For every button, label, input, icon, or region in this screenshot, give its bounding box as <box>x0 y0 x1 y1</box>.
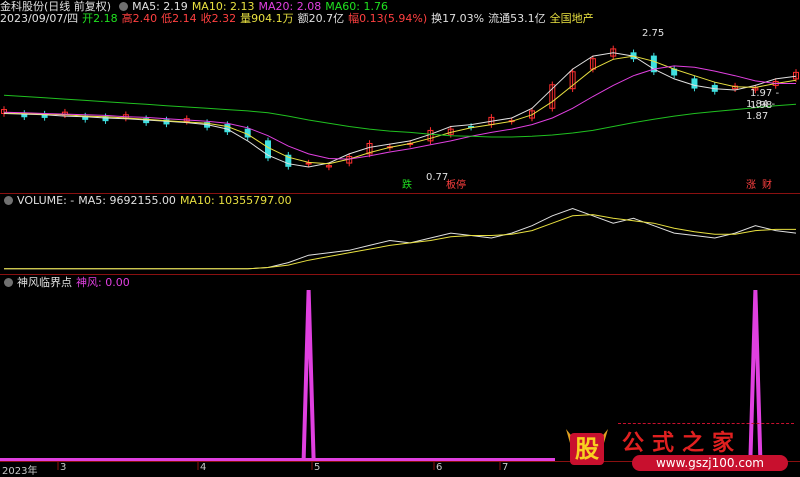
indicator-value: 神风: 0.00 <box>76 276 130 289</box>
volume-ma5-line <box>4 207 797 270</box>
quote-row: 2023/09/07/四 开2.18 高2.40 低2.14 收2.32 量904.1万额… <box>0 12 598 26</box>
settings-circle-icon[interactable] <box>119 2 129 11</box>
quote-date: 2023/09/07/四 <box>0 12 79 25</box>
watermark-logo: 股 <box>560 423 614 469</box>
axis-label-mar: 3 <box>60 462 67 473</box>
indicator-settings-icon[interactable] <box>4 278 13 287</box>
range-lower-label: 1.84 - 1.87 <box>746 99 776 122</box>
tag-ban-ting[interactable]: 板停 <box>444 180 468 192</box>
quote-sector[interactable]: 全国地产 <box>550 12 594 25</box>
candle-body <box>305 162 312 165</box>
tag-zhang[interactable]: 涨 <box>744 180 758 192</box>
ma-lines <box>3 52 797 168</box>
volume-ma5: MA5: 9692155.00 <box>78 194 176 207</box>
signal-spike <box>301 289 316 461</box>
volume-header: VOLUME: - MA5: 9692155.00 MA10: 10355797.0… <box>0 194 296 208</box>
quote-open: 开2.18 <box>82 12 118 25</box>
axis-label-may: 5 <box>314 462 321 473</box>
axis-label-year: 2023年 <box>2 466 38 477</box>
quote-high: 高2.40 <box>121 12 158 25</box>
ma-line-ma10 <box>3 55 797 165</box>
quote-close: 收2.32 <box>200 12 237 25</box>
panel-divider-2 <box>0 274 800 275</box>
quote-amount: 额20.7亿 <box>297 12 345 25</box>
quote-float: 流通53.1亿 <box>488 12 546 25</box>
watermark: 股 公式之家 www.gszj100.com <box>560 423 794 473</box>
candle-body <box>691 78 698 89</box>
quote-volume: 量904.1万 <box>240 12 294 25</box>
candle-body <box>102 116 109 122</box>
quote-turnover: 换17.03% <box>431 12 485 25</box>
watermark-site-name: 公式之家 <box>622 431 743 456</box>
volume-settings-icon[interactable] <box>4 196 13 205</box>
tag-die[interactable]: 跌 <box>400 180 414 192</box>
volume-ma10: MA10: 10355797.00 <box>179 194 292 207</box>
quote-change: 幅0.13(5.94%) <box>348 12 428 25</box>
watermark-logo-char: 股 <box>575 435 599 463</box>
kline-chart[interactable] <box>0 0 800 477</box>
axis-label-jul: 7 <box>502 462 509 473</box>
time-axis-ticks <box>57 462 501 470</box>
indicator-title[interactable]: 神风临界点 <box>17 276 72 289</box>
watermark-url[interactable]: www.gszj100.com <box>632 455 788 471</box>
tag-cai[interactable]: 财 <box>760 180 774 192</box>
quote-low: 低2.14 <box>161 12 197 25</box>
peak-price-label: 2.75 <box>642 28 665 39</box>
axis-label-apr: 4 <box>200 462 207 473</box>
indicator-header: 神风临界点 神风: 0.00 <box>0 276 134 290</box>
axis-label-jun: 6 <box>436 462 443 473</box>
candlesticks <box>1 45 799 171</box>
volume-ma-lines <box>4 207 797 270</box>
volume-title[interactable]: VOLUME: - <box>17 194 74 207</box>
